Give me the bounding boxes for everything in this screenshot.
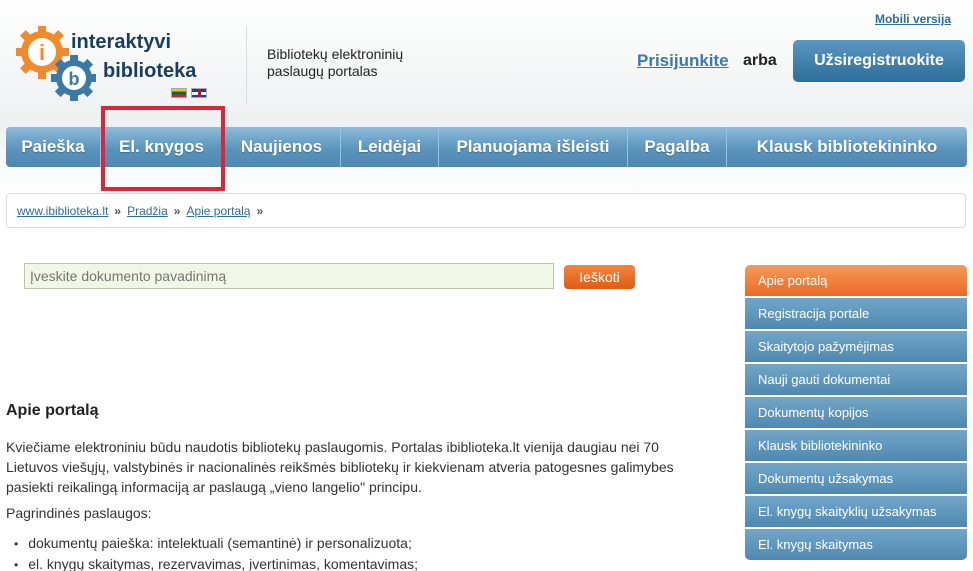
nav-item-planned[interactable]: Planuojama išleisti — [439, 127, 628, 167]
main-navigation: Paieška El. knygos Naujienos Leidėjai Pl… — [6, 127, 967, 167]
page: Mobili versija i b interaktyvi bibliotek… — [0, 0, 973, 571]
logo-text-line2: biblioteka — [103, 60, 197, 82]
login-link[interactable]: Prisijunkite — [637, 51, 729, 71]
lithuanian-flag-icon[interactable] — [171, 88, 187, 98]
list-item-text: el. knygų skaitymas, rezervavimas, įvert… — [28, 556, 418, 571]
sidebar-item-document-order[interactable]: Dokumentų užsakymas — [745, 463, 967, 494]
nav-item-ebooks[interactable]: El. knygos — [101, 127, 223, 167]
sidebar-item-ebook-reading[interactable]: El. knygų skaitymas — [745, 529, 967, 560]
register-button[interactable]: Užsiregistruokite — [793, 40, 965, 82]
site-logo[interactable]: i b interaktyvi biblioteka — [15, 25, 216, 102]
sidebar-item-reader-card[interactable]: Skaitytojo pažymėjimas — [745, 331, 967, 362]
list-item: dokumentų paieška: intelektuali (semanti… — [14, 533, 418, 554]
nav-item-search[interactable]: Paieška — [6, 127, 101, 167]
services-heading: Pagrindinės paslaugos: — [6, 505, 152, 521]
sidebar-item-about[interactable]: Apie portalą — [745, 265, 967, 296]
breadcrumb-separator: » — [256, 203, 264, 218]
sidebar-item-registration[interactable]: Registracija portale — [745, 298, 967, 329]
svg-text:b: b — [69, 69, 80, 89]
mobile-version-link[interactable]: Mobili versija — [875, 12, 951, 26]
breadcrumb-about[interactable]: Apie portalą — [186, 204, 250, 218]
site-tagline: Bibliotekų elektroninių paslaugų portala… — [267, 46, 404, 79]
or-text: arba — [743, 52, 777, 69]
logo-text-line1: interaktyvi — [71, 31, 172, 53]
list-item: el. knygų skaitymas, rezervavimas, įvert… — [14, 554, 418, 571]
nav-item-news[interactable]: Naujienos — [223, 127, 341, 167]
english-flag-icon[interactable] — [191, 88, 207, 98]
sidebar-item-ask-librarian[interactable]: Klausk bibliotekininko — [745, 430, 967, 461]
header-divider — [246, 26, 247, 104]
breadcrumb-separator: » — [173, 203, 181, 218]
sidebar-item-new-documents[interactable]: Nauji gauti dokumentai — [745, 364, 967, 395]
sidebar-menu: Apie portalą Registracija portale Skaity… — [745, 265, 967, 562]
search-button[interactable]: Ieškoti — [564, 265, 635, 289]
sidebar-item-ereader-order[interactable]: El. knygų skaityklių užsakymas — [745, 496, 967, 527]
list-item-text: dokumentų paieška: intelektuali (semanti… — [28, 535, 412, 551]
breadcrumb-start[interactable]: Pradžia — [127, 204, 168, 218]
nav-item-help[interactable]: Pagalba — [628, 127, 727, 167]
svg-text:i: i — [39, 40, 45, 65]
nav-item-publishers[interactable]: Leidėjai — [341, 127, 439, 167]
services-list: dokumentų paieška: intelektuali (semanti… — [14, 533, 418, 571]
breadcrumb-home[interactable]: www.ibiblioteka.lt — [17, 204, 108, 218]
intro-paragraph: Kviečiame elektroniniu būdu naudotis bib… — [6, 439, 674, 495]
page-title: Apie portalą — [6, 402, 99, 419]
nav-item-ask-librarian[interactable]: Klausk bibliotekininko — [727, 127, 967, 167]
sidebar-item-document-copies[interactable]: Dokumentų kopijos — [745, 397, 967, 428]
breadcrumb-separator: » — [114, 203, 122, 218]
breadcrumb: www.ibiblioteka.lt » Pradžia » Apie port… — [6, 193, 966, 228]
document-search-input[interactable] — [24, 263, 554, 289]
language-switcher — [171, 88, 207, 98]
